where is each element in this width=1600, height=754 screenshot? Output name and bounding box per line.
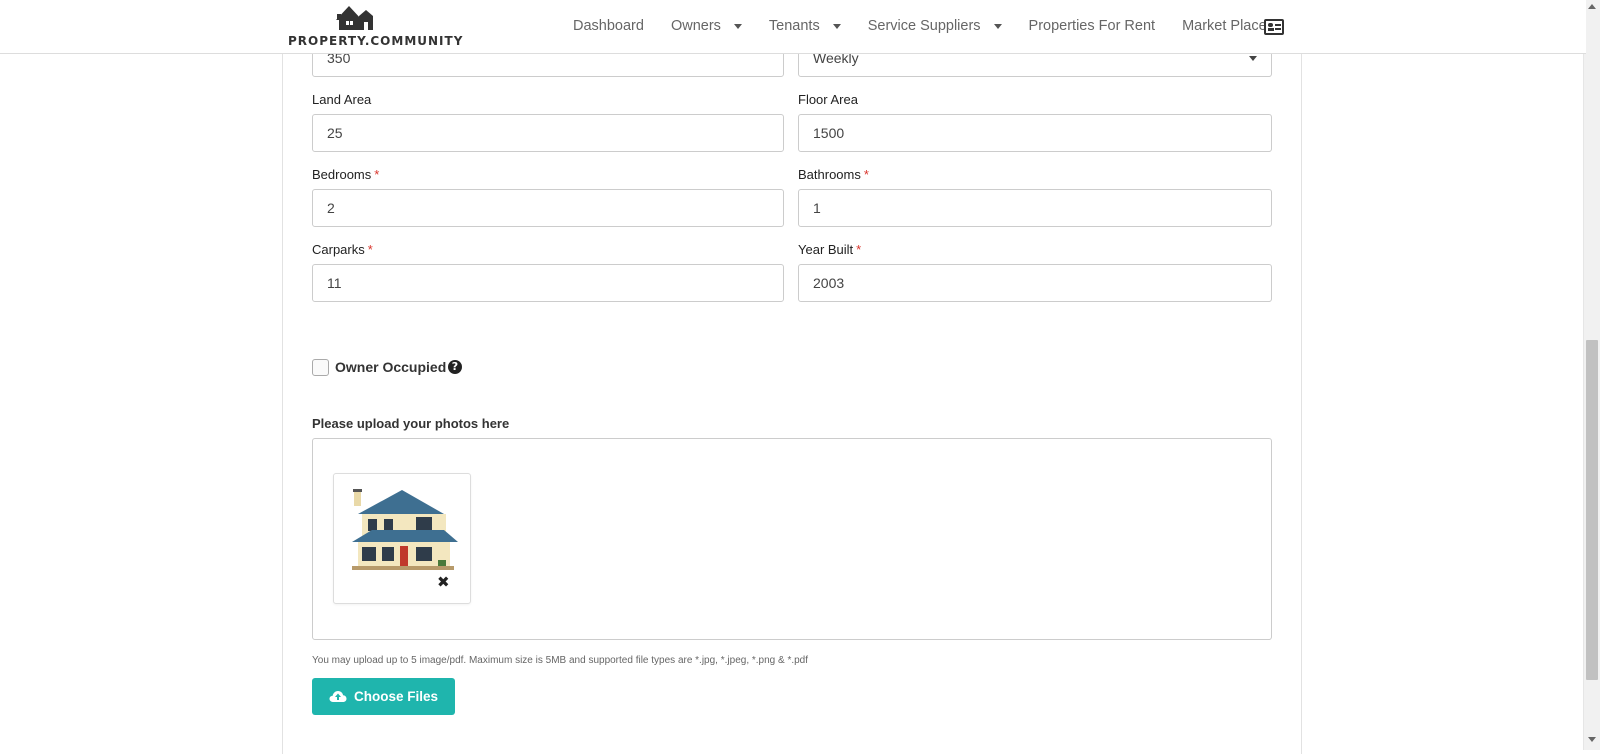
question-circle-icon[interactable]: ? [448, 360, 462, 374]
chevron-down-icon [1249, 56, 1257, 61]
nav-label: Owners [670, 18, 721, 34]
navbar: PROPERTY.COMMUNITY Dashboard Owners Tena… [0, 0, 1586, 54]
scrollbar[interactable] [1583, 0, 1600, 750]
caret-down-icon [733, 23, 742, 29]
nav-owners[interactable]: Owners [671, 18, 742, 34]
label-text: Carparks [312, 242, 365, 257]
nav-label: Service Suppliers [867, 18, 981, 34]
land-area-label: Land Area [312, 92, 372, 107]
choose-files-button[interactable]: Choose Files [312, 678, 455, 715]
year-built-label: Year Built * [798, 242, 861, 257]
close-icon[interactable]: ✖ [437, 573, 450, 591]
house-logo-icon [336, 6, 373, 30]
cloud-upload-icon [329, 691, 347, 702]
label-text: Year Built [798, 242, 854, 257]
required-mark: * [856, 242, 862, 257]
contact-body [1268, 28, 1274, 31]
contact-line [1275, 24, 1281, 26]
caret-down-icon [993, 23, 1002, 29]
nav-label: Market Place [1182, 18, 1267, 34]
nav-label: Tenants [768, 18, 820, 34]
bathrooms-label: Bathrooms * [798, 167, 869, 182]
scroll-thumb[interactable] [1586, 340, 1598, 680]
floor-area-input[interactable]: 1500 [798, 114, 1272, 152]
carparks-input[interactable]: 11 [312, 264, 784, 302]
owner-occupied-label: Owner Occupied [335, 359, 447, 375]
year-built-input[interactable]: 2003 [798, 264, 1272, 302]
owner-occupied-checkbox[interactable] [312, 359, 329, 376]
floor-area-label: Floor Area [798, 92, 858, 107]
carparks-label: Carparks * [312, 242, 373, 257]
scroll-up-arrow-icon[interactable] [1588, 4, 1596, 9]
required-mark: * [863, 167, 869, 182]
nav-label: Dashboard [573, 18, 644, 34]
required-mark: * [374, 167, 380, 182]
nav-market-place[interactable]: Market Place [1182, 18, 1267, 34]
label-text: Bathrooms [798, 167, 861, 182]
land-area-input[interactable]: 25 [312, 114, 784, 152]
photo-thumbnail[interactable]: ✖ [333, 473, 471, 604]
nav-label: Properties For Rent [1028, 18, 1156, 34]
upload-note: You may upload up to 5 image/pdf. Maximu… [312, 655, 809, 666]
nav-tenants[interactable]: Tenants [769, 18, 841, 34]
contact-card-icon[interactable] [1264, 19, 1284, 35]
contact-head [1268, 23, 1273, 27]
bathrooms-input[interactable]: 1 [798, 189, 1272, 227]
form-card [282, 54, 1302, 754]
contact-line [1275, 28, 1281, 30]
scroll-down-arrow-icon[interactable] [1588, 737, 1596, 742]
main-nav: Dashboard Owners Tenants Service Supplie… [573, 18, 1294, 34]
required-mark: * [367, 242, 373, 257]
logo-text: PROPERTY.COMMUNITY [288, 34, 464, 48]
choose-files-label: Choose Files [353, 689, 439, 704]
logo[interactable]: PROPERTY.COMMUNITY [288, 4, 462, 50]
caret-down-icon [832, 23, 841, 29]
nav-service-suppliers[interactable]: Service Suppliers [868, 18, 1002, 34]
house-photo [352, 489, 458, 570]
bedrooms-label: Bedrooms * [312, 167, 379, 182]
upload-label: Please upload your photos here [312, 416, 510, 431]
nav-dashboard[interactable]: Dashboard [573, 18, 644, 34]
label-text: Bedrooms [312, 167, 372, 182]
bedrooms-input[interactable]: 2 [312, 189, 784, 227]
nav-properties-for-rent[interactable]: Properties For Rent [1029, 18, 1156, 34]
